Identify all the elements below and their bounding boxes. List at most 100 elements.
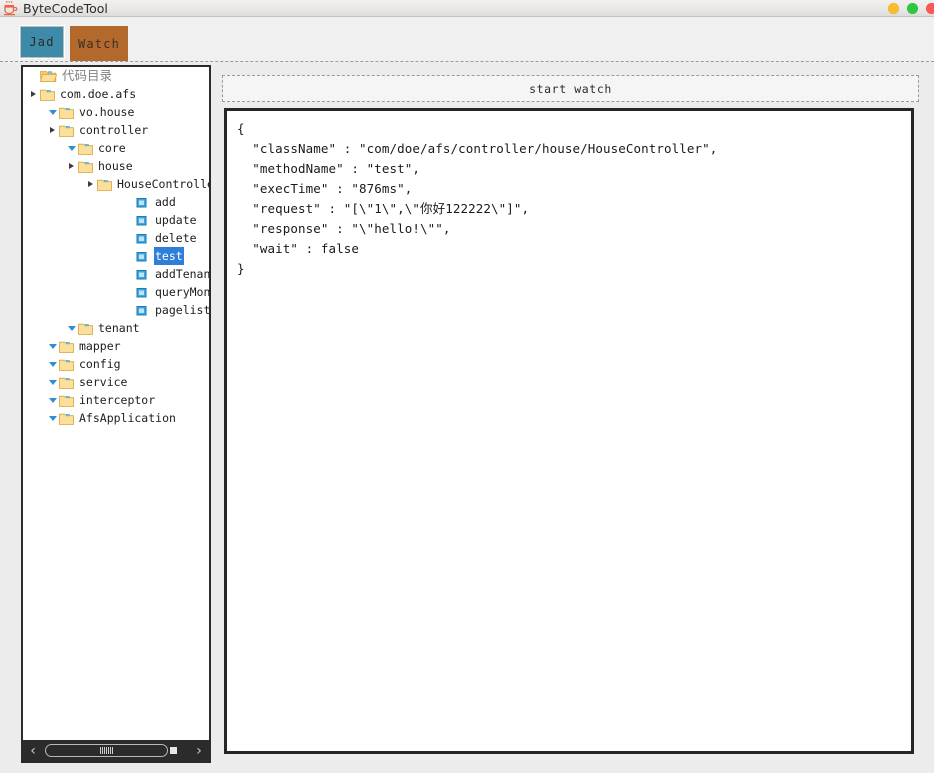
chevron-right-icon[interactable] (50, 127, 55, 133)
folder-icon (59, 341, 74, 353)
start-watch-button[interactable]: start watch (222, 75, 919, 102)
method-icon (136, 215, 147, 225)
method-icon (136, 197, 147, 207)
window-controls (888, 0, 934, 17)
scrollbar-nub (170, 747, 177, 754)
tree-node-label: test (154, 247, 184, 265)
scrollbar-grip-icon (99, 747, 114, 754)
tree-node-addtenant[interactable]: addTenant (23, 265, 209, 283)
tab-strip-divider (0, 61, 934, 62)
method-icon (136, 251, 147, 261)
tree-node-tenant[interactable]: tenant (23, 319, 209, 337)
chevron-right-icon[interactable] (88, 181, 93, 187)
code-tree[interactable]: 代码目录 com.doe.afs vo.house controller core ho… (23, 67, 209, 740)
collapse-toggle[interactable] (46, 103, 59, 121)
scroll-left-arrow[interactable]: ‹ (23, 740, 43, 761)
expand-toggle[interactable] (84, 175, 97, 193)
tree-header-label: 代码目录 (62, 68, 113, 83)
collapse-toggle[interactable] (46, 355, 59, 373)
expand-toggle[interactable] (65, 157, 78, 175)
tab-watch[interactable]: Watch (70, 26, 128, 61)
tree-header: 代码目录 (23, 67, 209, 85)
tree-node-label: service (79, 375, 128, 389)
chevron-down-icon[interactable] (67, 146, 76, 151)
tree-node-afsapplication[interactable]: AfsApplication (23, 409, 209, 427)
tree-node-add[interactable]: add (23, 193, 209, 211)
tree-node-house[interactable]: house (23, 157, 209, 175)
window-title: ByteCodeTool (23, 0, 108, 16)
tree-node-label: house (98, 159, 133, 173)
folder-icon (78, 161, 93, 173)
tree-node-label: mapper (79, 339, 121, 353)
tree-node-label: update (155, 213, 197, 227)
scrollbar-thumb[interactable] (45, 744, 168, 757)
tree-node-core[interactable]: core (23, 139, 209, 157)
folder-icon (78, 323, 93, 335)
scroll-right-arrow[interactable]: › (189, 740, 209, 761)
tree-node-querymonthrent[interactable]: queryMonthRent (23, 283, 209, 301)
chevron-down-icon[interactable] (48, 344, 57, 349)
tree-node-config[interactable]: config (23, 355, 209, 373)
chevron-down-icon[interactable] (48, 110, 57, 115)
title-bar: ByteCodeTool (0, 0, 934, 17)
tree-node-pagelist[interactable]: pagelist (23, 301, 209, 319)
tree-node-mapper[interactable]: mapper (23, 337, 209, 355)
scrollbar-track[interactable] (43, 740, 189, 761)
folder-icon (59, 107, 74, 119)
tree-node-vo-house[interactable]: vo.house (23, 103, 209, 121)
tree-node-label: controller (79, 123, 149, 137)
method-icon (136, 305, 147, 315)
tree-node-update[interactable]: update (23, 211, 209, 229)
collapse-toggle[interactable] (46, 373, 59, 391)
folder-icon (59, 125, 74, 137)
tree-node-label: tenant (98, 321, 140, 335)
collapse-toggle[interactable] (65, 139, 78, 157)
chevron-down-icon[interactable] (48, 416, 57, 421)
tree-node-label: config (79, 357, 121, 371)
watch-result-panel: { "className" : "com/doe/afs/controller/… (224, 108, 914, 754)
tree-node-label: queryMonthRent (155, 285, 209, 299)
tree-node-label: pagelist (155, 303, 209, 317)
chevron-right-icon[interactable] (69, 163, 74, 169)
method-icon (136, 287, 147, 297)
tree-node-service[interactable]: service (23, 373, 209, 391)
tree-node-com-doe-afs[interactable]: com.doe.afs (23, 85, 209, 103)
watch-result-text[interactable]: { "className" : "com/doe/afs/controller/… (227, 111, 911, 287)
chevron-down-icon[interactable] (67, 326, 76, 331)
chevron-right-icon[interactable] (31, 91, 36, 97)
method-icon (136, 269, 147, 279)
maximize-button[interactable] (907, 3, 918, 14)
folder-icon (59, 395, 74, 407)
folder-icon (59, 359, 74, 371)
tree-node-housecontroller[interactable]: HouseController (23, 175, 209, 193)
collapse-toggle[interactable] (46, 391, 59, 409)
tree-node-label: AfsApplication (79, 411, 176, 425)
expand-toggle[interactable] (46, 121, 59, 139)
tree-node-label: vo.house (79, 105, 135, 119)
tree-node-label: com.doe.afs (60, 87, 137, 101)
chevron-down-icon[interactable] (48, 398, 57, 403)
folder-icon (97, 179, 112, 191)
chevron-down-icon[interactable] (48, 362, 57, 367)
close-button[interactable] (926, 3, 934, 14)
folder-icon (59, 413, 74, 425)
collapse-toggle[interactable] (46, 409, 59, 427)
chevron-down-icon[interactable] (48, 380, 57, 385)
collapse-toggle[interactable] (65, 319, 78, 337)
tree-node-delete[interactable]: delete (23, 229, 209, 247)
code-tree-panel: 代码目录 com.doe.afs vo.house controller core ho… (21, 65, 211, 763)
tree-node-label: addTenant (155, 267, 209, 281)
tree-node-controller[interactable]: controller (23, 121, 209, 139)
tree-node-label: HouseController (117, 177, 209, 191)
tab-jad[interactable]: Jad (20, 26, 64, 58)
expand-toggle[interactable] (27, 85, 40, 103)
tree-node-interceptor[interactable]: interceptor (23, 391, 209, 409)
collapse-toggle[interactable] (46, 337, 59, 355)
folder-icon (59, 377, 74, 389)
tree-horizontal-scrollbar[interactable]: ‹ › (23, 740, 209, 761)
minimize-button[interactable] (888, 3, 899, 14)
tree-node-list: com.doe.afs vo.house controller core house Ho… (23, 85, 209, 427)
tree-node-test[interactable]: test (23, 247, 209, 265)
tree-node-label: delete (155, 231, 197, 245)
folder-icon (40, 89, 55, 101)
